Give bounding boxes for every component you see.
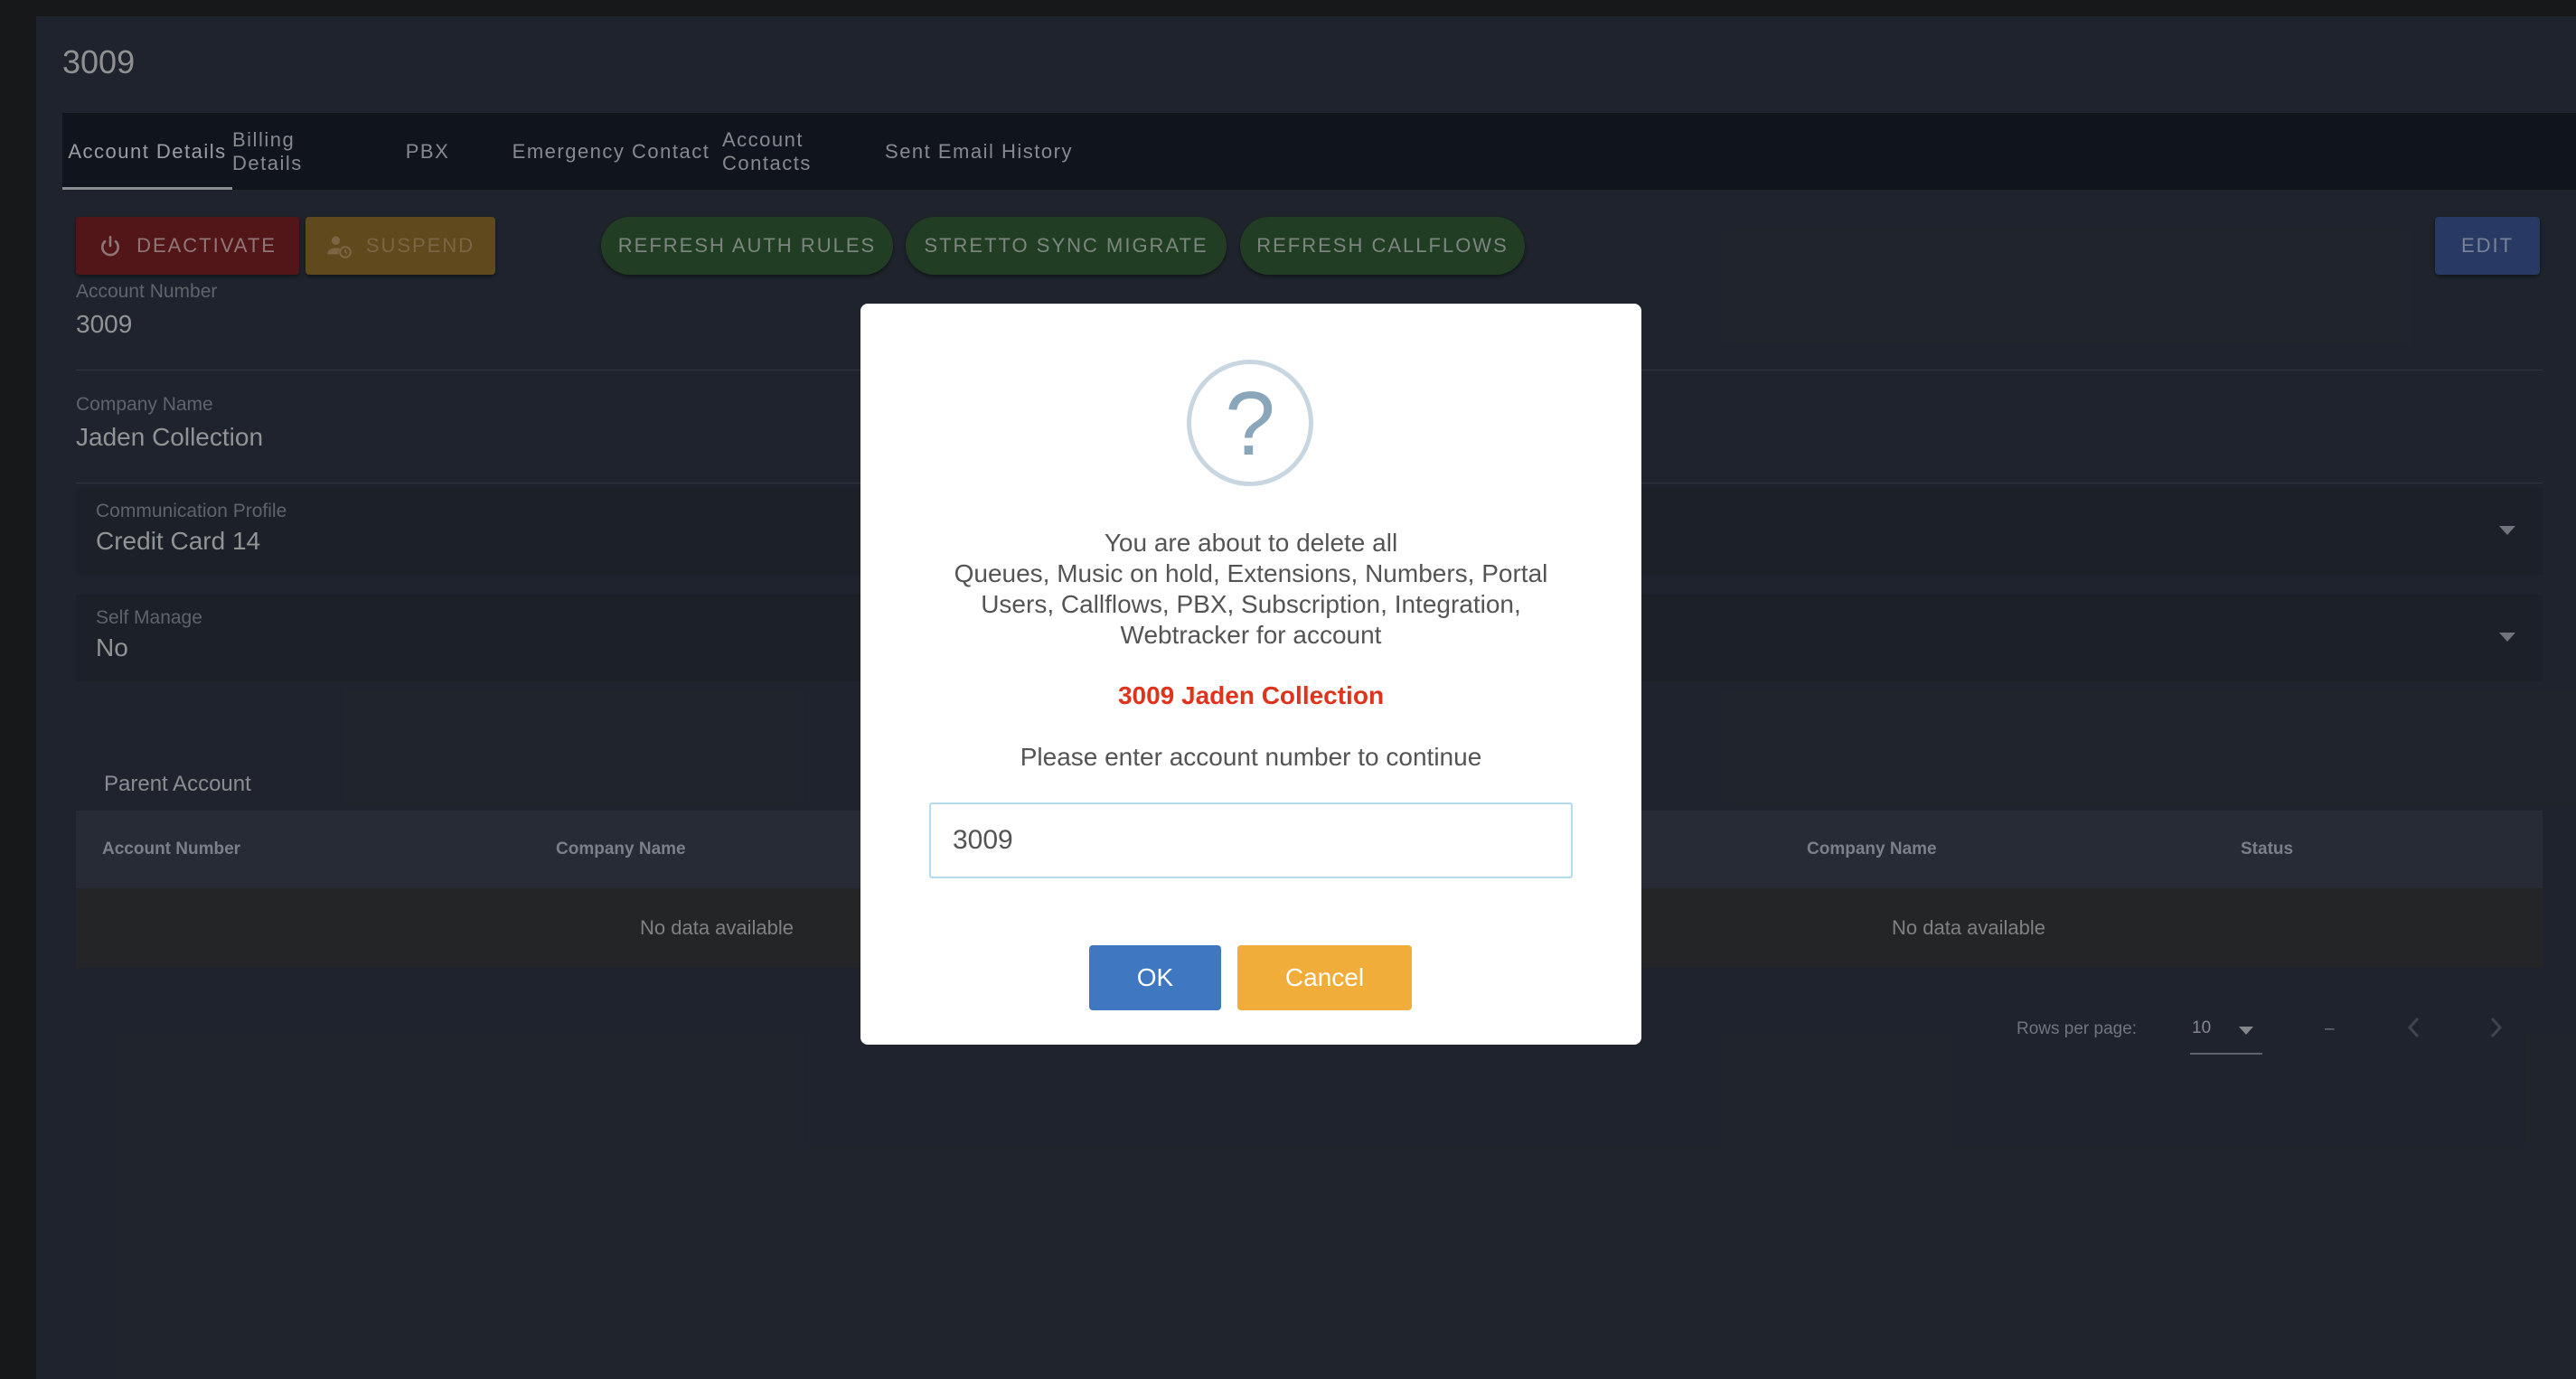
message-line: You are about to delete all — [1104, 529, 1398, 557]
dialog-prompt: Please enter account number to continue — [1020, 743, 1482, 771]
cancel-button[interactable]: Cancel — [1237, 945, 1412, 1010]
message-line: Users, Callflows, PBX, Subscription, Int… — [981, 590, 1521, 618]
message-line: Queues, Music on hold, Extensions, Numbe… — [954, 559, 1548, 587]
ok-button[interactable]: OK — [1089, 945, 1221, 1010]
message-line: Webtracker for account — [1120, 621, 1382, 649]
dialog-account-name: 3009 Jaden Collection — [1117, 681, 1385, 709]
dialog-message: You are about to delete all Queues, Musi… — [915, 528, 1587, 651]
account-number-input[interactable] — [929, 802, 1573, 878]
question-icon: ? — [1187, 360, 1313, 486]
confirm-delete-dialog: ? You are about to delete all Queues, Mu… — [860, 304, 1641, 1045]
